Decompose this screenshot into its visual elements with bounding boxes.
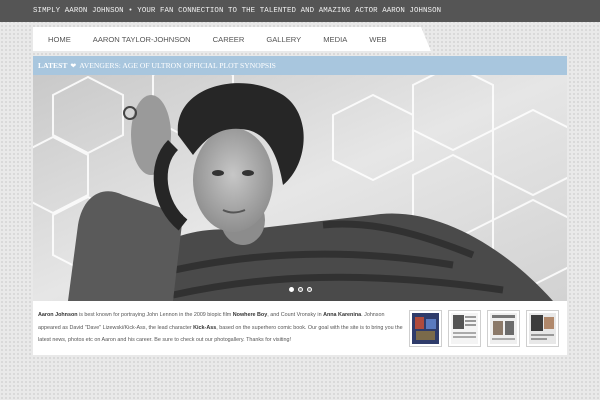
slider-dot-3[interactable] (306, 287, 312, 292)
gallery-thumbnail-4[interactable] (526, 310, 559, 347)
gallery-thumbnail-3[interactable] (487, 310, 520, 347)
latest-headline-link[interactable]: AVENGERS: AGE OF ULTRON OFFICIAL PLOT SY… (79, 61, 276, 70)
film-nowhere-boy: Nowhere Boy (232, 312, 268, 318)
magazine-thumbnail-image (529, 313, 556, 344)
site-tagline: SIMPLY AARON JOHNSON • YOUR FAN CONNECTI… (33, 7, 442, 15)
site-tagline-bar: SIMPLY AARON JOHNSON • YOUR FAN CONNECTI… (0, 0, 600, 22)
gallery-thumbnail-2[interactable] (448, 310, 481, 347)
latest-news-ticker: LATEST ❤ AVENGERS: AGE OF ULTRON OFFICIAL … (33, 56, 567, 75)
nav-gallery[interactable]: GALLERY (266, 35, 301, 44)
intro-section: Aaron Johnson is best known for portrayi… (33, 301, 567, 355)
slider-dot-1[interactable] (288, 287, 294, 292)
nav-aaron-taylor-johnson[interactable]: AARON TAYLOR-JOHNSON (93, 35, 191, 44)
film-kick-ass: Kick-Ass (193, 324, 217, 331)
nav-home[interactable]: HOME (48, 35, 71, 44)
intro-text: Aaron Johnson is best known for portrayi… (38, 312, 403, 343)
hero-slider[interactable] (33, 75, 567, 301)
slider-pagination (33, 287, 567, 292)
slider-dot-2[interactable] (297, 287, 303, 292)
nav-web[interactable]: WEB (369, 35, 386, 44)
heart-icon: ❤ (70, 62, 77, 70)
nav-media[interactable]: MEDIA (323, 35, 347, 44)
magazine-thumbnail-image (451, 313, 478, 344)
film-anna-karenina: Anna Karenina (323, 312, 362, 318)
intro-name: Aaron Johnson (38, 312, 78, 318)
gallery-thumbnail-1[interactable] (409, 310, 442, 347)
poster-thumbnail-image (412, 313, 439, 344)
main-nav: HOME AARON TAYLOR-JOHNSON CAREER GALLERY… (33, 27, 431, 51)
nav-career[interactable]: CAREER (213, 35, 245, 44)
hero-photo (33, 75, 567, 301)
latest-label: LATEST (38, 61, 68, 70)
magazine-thumbnail-image (490, 313, 517, 344)
gallery-thumbnails (409, 310, 559, 347)
